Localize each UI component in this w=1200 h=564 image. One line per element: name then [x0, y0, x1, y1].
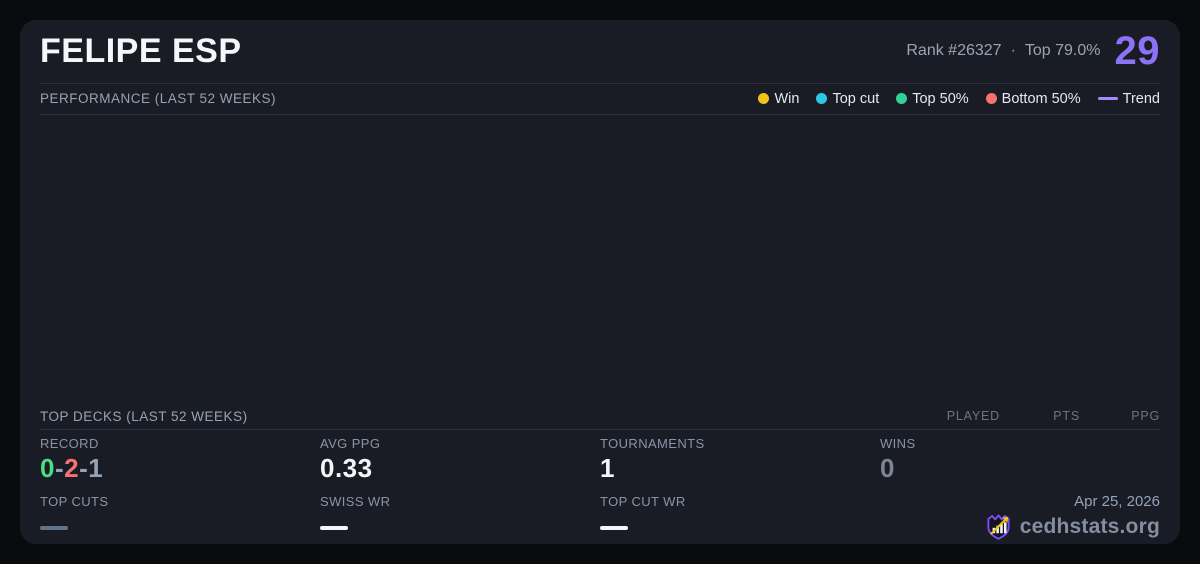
- stat-record: RECORD 0-2-1: [40, 436, 320, 488]
- stat-top-cuts: TOP CUTS: [40, 494, 320, 544]
- swiss-wr-empty-dash: [320, 526, 348, 530]
- tournaments-value: 1: [600, 453, 615, 483]
- score-value: 29: [1114, 29, 1160, 74]
- record-losses: 2: [64, 453, 80, 483]
- legend-item-top-cut: Top cut: [816, 91, 879, 107]
- stat-avg-ppg: AVG PPG 0.33: [320, 436, 600, 488]
- record-draws: 1: [88, 453, 104, 483]
- top-cut-wr-empty-dash: [600, 526, 628, 530]
- rank-summary: Rank #26327 · Top 79.0% 29: [906, 31, 1160, 71]
- win-dot-icon: [758, 93, 770, 105]
- brand-name: cedhstats.org: [1019, 514, 1160, 538]
- top-cuts-empty-dash: [40, 526, 68, 530]
- performance-label: PERFORMANCE (LAST 52 WEEKS): [40, 91, 277, 107]
- top-cut-dot-icon: [816, 93, 828, 105]
- bottom-50-dot-icon: [985, 93, 997, 105]
- legend-item-top-50: Top 50%: [896, 91, 969, 107]
- top-percent-text: Top 79.0%: [1024, 42, 1101, 60]
- rank-line: Rank #26327 · Top 79.0%: [906, 42, 1100, 60]
- avg-ppg-value: 0.33: [320, 453, 373, 483]
- performance-chart: [40, 115, 1160, 404]
- page-title: FELIPE ESP: [40, 31, 242, 70]
- top-decks-label: TOP DECKS (LAST 52 WEEKS): [40, 408, 248, 424]
- legend-item-trend: Trend: [1097, 91, 1160, 107]
- performance-header: PERFORMANCE (LAST 52 WEEKS) Win Top cut …: [40, 84, 1160, 115]
- report-date: Apr 25, 2026: [1074, 493, 1160, 510]
- stat-wins: WINS 0: [880, 436, 1160, 488]
- stat-swiss-wr: SWISS WR: [320, 494, 600, 544]
- stat-tournaments: TOURNAMENTS 1: [600, 436, 880, 488]
- rank-text: Rank #26327: [906, 42, 1002, 60]
- stats-grid: RECORD 0-2-1 AVG PPG 0.33 TOURNAMENTS 1 …: [40, 430, 1160, 544]
- top-decks-columns: PLAYED PTS PPG: [947, 409, 1160, 423]
- brand-row: cedhstats.org: [985, 513, 1160, 540]
- column-ppg: PPG: [1131, 409, 1160, 424]
- top-decks-header: TOP DECKS (LAST 52 WEEKS) PLAYED PTS PPG: [40, 403, 1160, 430]
- record-wins: 0: [40, 453, 55, 483]
- trend-line-icon: [1097, 97, 1118, 101]
- column-played: PLAYED: [946, 409, 1000, 424]
- player-stats-card: FELIPE ESP Rank #26327 · Top 79.0% 29 PE…: [20, 20, 1180, 544]
- footer-brand-cell: Apr 25, 2026 cedhstats.org: [880, 494, 1160, 544]
- top-50-dot-icon: [896, 93, 908, 105]
- rank-separator: ·: [1010, 42, 1016, 60]
- record-value: 0-2-1: [40, 453, 104, 483]
- stat-top-cut-wr: TOP CUT WR: [600, 494, 880, 544]
- cedhstats-logo-icon: [987, 514, 1010, 540]
- legend-item-bottom-50: Bottom 50%: [985, 91, 1081, 107]
- wins-value: 0: [880, 453, 895, 483]
- chart-legend: Win Top cut Top 50% Bottom 50% Trend: [758, 91, 1160, 107]
- column-pts: PTS: [1053, 409, 1080, 424]
- legend-item-win: Win: [758, 91, 799, 107]
- card-header: FELIPE ESP Rank #26327 · Top 79.0% 29: [40, 20, 1160, 84]
